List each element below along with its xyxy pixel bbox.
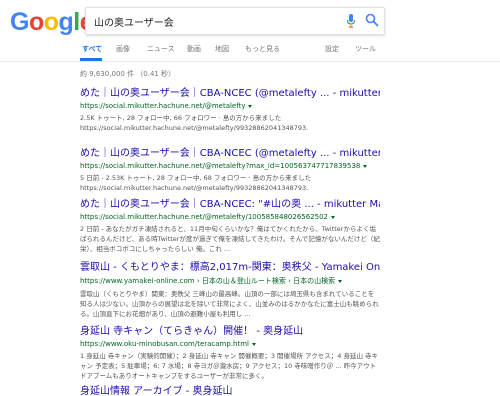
caret-down-icon[interactable] bbox=[248, 104, 253, 108]
tab-maps[interactable]: 地図 bbox=[215, 44, 229, 54]
result-title-link[interactable]: めた｜山の奥ユーザー会｜CBA-NCEC: "#山の奥 ... - mikutt… bbox=[80, 195, 380, 210]
google-logo[interactable]: Google bbox=[10, 8, 94, 37]
search-result: めた｜山の奥ユーザー会｜CBA-NCEC: "#山の奥 ... - mikutt… bbox=[80, 195, 380, 254]
result-url[interactable]: https://www.yamakei-online.com › 日本の山＆登山… bbox=[80, 276, 380, 286]
result-stats: 約 9,630,000 件 （0.41 秒） bbox=[80, 70, 176, 78]
logo-letter-g: G bbox=[10, 8, 29, 36]
tab-images[interactable]: 画像 bbox=[116, 44, 130, 54]
search-input[interactable] bbox=[94, 13, 334, 29]
search-box bbox=[85, 7, 385, 35]
result-title-link[interactable]: めた｜山の奥ユーザー会｜CBA-NCEC (@metalefty ... - m… bbox=[80, 144, 380, 159]
tab-news[interactable]: ニュース bbox=[147, 44, 175, 54]
result-title-link[interactable]: 雲取山 - くもとりやま：標高2,017m-関東：奥秩父 - Yamakei O… bbox=[80, 258, 380, 273]
tab-tools[interactable]: ツール bbox=[355, 44, 376, 54]
search-result: めた｜山の奥ユーザー会｜CBA-NCEC (@metalefty ... - m… bbox=[80, 144, 380, 193]
logo-letter-o2: o bbox=[43, 8, 59, 36]
result-title-link[interactable]: 身延山 寺キャン（てらきゃん）開催！ - 奥身延山 bbox=[80, 322, 380, 337]
caret-down-icon[interactable] bbox=[252, 342, 256, 346]
result-url[interactable]: https://social.mikutter.hachune.net/@met… bbox=[80, 213, 380, 221]
microphone-icon[interactable] bbox=[345, 13, 357, 29]
result-url-text: https://social.mikutter.hachune.net/@met… bbox=[80, 102, 246, 110]
logo-letter-o1: o bbox=[28, 8, 44, 36]
result-url-text: https://social.mikutter.hachune.net/@met… bbox=[80, 213, 328, 221]
result-url-text: https://social.mikutter.hachune.net/@met… bbox=[80, 162, 361, 170]
tab-settings[interactable]: 設定 bbox=[325, 44, 339, 54]
caret-down-icon[interactable] bbox=[363, 164, 368, 168]
search-icon[interactable] bbox=[365, 13, 379, 27]
result-url-text: https://www.oku-minobusan.com/teracamp.h… bbox=[80, 340, 249, 348]
tab-all[interactable]: すべて bbox=[82, 44, 102, 54]
active-tab-indicator bbox=[80, 58, 102, 61]
tab-videos[interactable]: 動画 bbox=[187, 44, 201, 54]
search-tabs: すべて 画像 ニュース 動画 地図 もっと見る 設定 ツール bbox=[0, 36, 500, 62]
search-result: めた｜山の奥ユーザー会｜CBA-NCEC (@metalefty ... - m… bbox=[80, 84, 380, 133]
result-url[interactable]: https://www.oku-minobusan.com/teracamp.h… bbox=[80, 340, 380, 348]
result-snippet: 1 身延山 寺キャン（実験的開催）；2 身延山 寺キャン 開催概要；3 開催場所… bbox=[80, 352, 379, 380]
search-result: 雲取山 - くもとりやま：標高2,017m-関東：奥秩父 - Yamakei O… bbox=[80, 258, 380, 319]
caret-down-icon[interactable] bbox=[338, 279, 343, 283]
result-url[interactable]: https://social.mikutter.hachune.net/@met… bbox=[80, 162, 380, 170]
logo-letter-g2: g bbox=[58, 8, 74, 36]
result-snippet: 5 日前 - 2.53K トゥート, 28 フォロー中, 68 フォロワー · … bbox=[80, 174, 312, 192]
result-title-link[interactable]: 身延山情報 アーカイブ - 奥身延山 bbox=[80, 382, 380, 396]
search-result: 身延山 寺キャン（てらきゃん）開催！ - 奥身延山 https://www.ok… bbox=[80, 322, 380, 381]
caret-down-icon[interactable] bbox=[331, 215, 335, 219]
tab-more[interactable]: もっと見る bbox=[245, 44, 280, 54]
result-snippet: 2.5K トゥート, 28 フォロー中, 66 フォロワー · 島の方から来まし… bbox=[80, 114, 309, 132]
result-url-text: https://www.yamakei-online.com › 日本の山＆登山… bbox=[80, 277, 336, 285]
result-title-link[interactable]: めた｜山の奥ユーザー会｜CBA-NCEC (@metalefty ... - m… bbox=[80, 84, 380, 99]
result-url[interactable]: https://social.mikutter.hachune.net/@met… bbox=[80, 102, 380, 110]
result-snippet: 2 日前 - あなたがガチ凍結されると、11月中旬くらいかな？俺はてかくれたから… bbox=[80, 225, 380, 253]
result-snippet: 雲取山（くもとりやま）関東：奥秩父 三峰山の最高峰。山頂の一部には埼玉県も含まれ… bbox=[80, 290, 379, 318]
search-result: 身延山情報 アーカイブ - 奥身延山 bbox=[80, 382, 380, 396]
